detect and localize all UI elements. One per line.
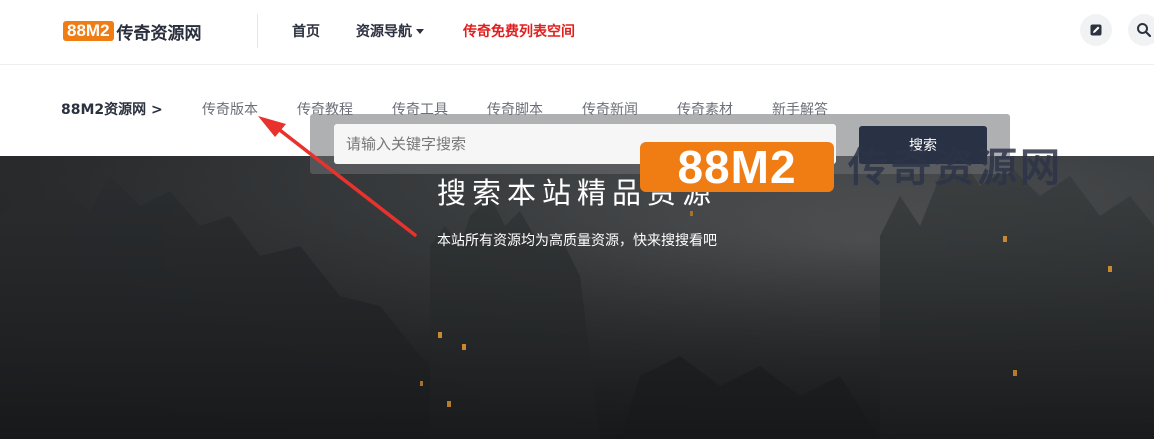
nav-resource-guide[interactable]: 资源导航 bbox=[356, 21, 424, 41]
hero-subtitle: 本站所有资源均为高质量资源，快来搜搜看吧 bbox=[437, 233, 717, 249]
edit-icon bbox=[1090, 24, 1102, 36]
search-icon bbox=[1137, 23, 1152, 38]
chevron-down-icon bbox=[416, 29, 424, 34]
logo-text: 传奇资源网 bbox=[116, 23, 202, 44]
search-button-top[interactable] bbox=[1128, 14, 1154, 46]
nav-home[interactable]: 首页 bbox=[292, 21, 320, 41]
logo-badge: 88M2 bbox=[63, 21, 114, 41]
edit-button[interactable] bbox=[1080, 14, 1112, 46]
subnav-item-versions[interactable]: 传奇版本 bbox=[202, 99, 258, 119]
watermark-logo-badge: 88M2 bbox=[640, 142, 834, 192]
watermark-logo-text: 传奇资源网 bbox=[848, 145, 1063, 191]
site-logo[interactable]: 88M2 传奇资源网 bbox=[63, 20, 202, 44]
nav-free-list-space[interactable]: 传奇免费列表空间 bbox=[463, 21, 575, 41]
nav-resource-guide-label: 资源导航 bbox=[356, 24, 412, 40]
header-divider bbox=[257, 14, 258, 48]
top-header: 88M2 传奇资源网 首页 资源导航 传奇免费列表空间 bbox=[0, 0, 1154, 65]
hero-search-banner: 搜索本站精品资源 本站所有资源均为高质量资源，快来搜搜看吧 bbox=[0, 156, 1154, 439]
breadcrumb[interactable]: 88M2资源网 > bbox=[61, 99, 163, 119]
